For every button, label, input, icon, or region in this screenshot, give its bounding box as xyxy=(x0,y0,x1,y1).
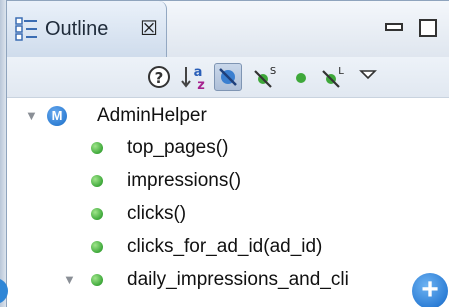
method-icon xyxy=(91,208,103,220)
svg-text:?: ? xyxy=(155,69,164,87)
tree-node-class[interactable]: ▼ M AdminHelper xyxy=(23,100,443,132)
expand-triangle-icon[interactable]: ▼ xyxy=(25,100,38,132)
tree-label: top_pages() xyxy=(127,137,229,158)
hide-fields-icon[interactable] xyxy=(214,63,242,91)
method-icon xyxy=(91,175,103,187)
tree-node-method[interactable]: top_pages() xyxy=(23,132,443,164)
outline-toolbar: ? a z S L xyxy=(7,57,449,98)
tab-title: Outline xyxy=(45,18,109,40)
minimize-icon[interactable] xyxy=(385,23,403,31)
public-members-icon[interactable] xyxy=(287,63,315,91)
tree-node-method[interactable]: impressions() xyxy=(23,165,443,197)
svg-text:S: S xyxy=(270,66,276,77)
maximize-icon[interactable] xyxy=(419,19,437,37)
outline-window: Outline ☒ ? a z S L ▼ M AdminHelper top_… xyxy=(0,0,449,307)
close-icon[interactable]: ☒ xyxy=(140,15,158,43)
hide-local-types-icon[interactable]: L xyxy=(319,63,347,91)
svg-text:z: z xyxy=(197,78,205,91)
method-icon xyxy=(91,142,103,154)
add-icon[interactable]: + xyxy=(412,273,448,307)
module-icon: M xyxy=(47,106,67,126)
tree-label: AdminHelper xyxy=(97,105,207,126)
help-icon[interactable]: ? xyxy=(145,63,173,91)
method-icon xyxy=(91,274,103,286)
tree-label: clicks_for_ad_id(ad_id) xyxy=(127,236,323,257)
tree-label: daily_impressions_and_cli xyxy=(127,269,349,290)
method-icon xyxy=(91,241,103,253)
tree-label: clicks() xyxy=(127,203,187,224)
tree-node-method[interactable]: clicks_for_ad_id(ad_id) xyxy=(23,231,443,263)
svg-text:L: L xyxy=(338,66,344,77)
outline-icon xyxy=(15,17,37,41)
view-menu-icon[interactable] xyxy=(353,63,381,91)
expand-triangle-icon[interactable]: ▼ xyxy=(63,264,76,296)
outline-tab[interactable]: Outline ☒ xyxy=(7,1,167,57)
view-tab-bar: Outline ☒ xyxy=(7,1,449,58)
hide-static-icon[interactable]: S xyxy=(251,63,279,91)
outline-tree: ▼ M AdminHelper top_pages() impressions(… xyxy=(7,98,449,307)
sort-az-icon[interactable]: a z xyxy=(181,63,209,91)
tree-label: impressions() xyxy=(127,170,242,191)
tree-node-method[interactable]: clicks() xyxy=(23,198,443,230)
outline-view: Outline ☒ ? a z S L ▼ M AdminHelper top_… xyxy=(6,0,449,307)
tree-node-method[interactable]: ▼ daily_impressions_and_cli xyxy=(23,264,443,296)
